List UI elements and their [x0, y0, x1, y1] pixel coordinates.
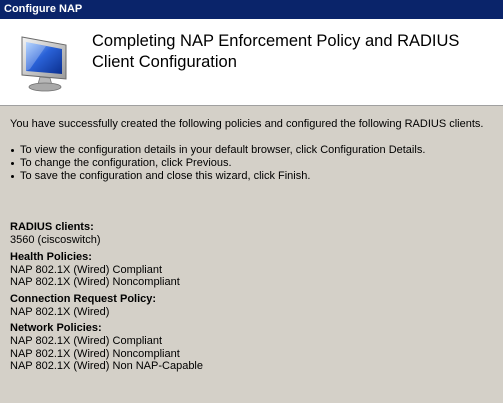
section-line: 3560 (ciscoswitch)	[10, 234, 101, 246]
section-title: Connection Request Policy:	[10, 292, 157, 305]
section-line: NAP 802.1X (Wired) Compliant	[10, 335, 163, 347]
section-title: Network Policies:	[10, 322, 102, 334]
instruction-item: To view the configuration details in you…	[10, 144, 500, 157]
network-policies-section: Network Policies: NAP 802.1X (Wired) Com…	[10, 322, 500, 373]
page-title: Completing NAP Enforcement Policy and RA…	[92, 32, 460, 71]
section-line: NAP 802.1X (Wired)	[10, 305, 110, 318]
window-title-bar: Configure NAP	[0, 0, 503, 19]
section-title: Health Policies:	[10, 250, 92, 263]
section-line: NAP 802.1X (Wired) Compliant	[10, 263, 163, 276]
instruction-list: To view the configuration details in you…	[10, 144, 500, 183]
instruction-item: To save the configuration and close this…	[10, 170, 500, 183]
configuration-details: RADIUS clients: 3560 (ciscoswitch) Healt…	[10, 221, 500, 377]
section-title: RADIUS clients:	[10, 221, 94, 233]
window-title: Configure NAP	[4, 3, 83, 15]
summary-text: You have successfully created the follow…	[10, 118, 500, 183]
monitor-icon	[16, 33, 74, 93]
section-line: NAP 802.1X (Wired) Non NAP-Capable	[10, 360, 203, 372]
wizard-header: Completing NAP Enforcement Policy and RA…	[0, 19, 503, 106]
section-line: NAP 802.1X (Wired) Noncompliant	[10, 276, 180, 288]
instruction-item: To change the configuration, click Previ…	[10, 157, 500, 170]
health-policies-section: Health Policies: NAP 802.1X (Wired) Comp…	[10, 251, 500, 289]
connection-request-policy-section: Connection Request Policy: NAP 802.1X (W…	[10, 293, 500, 319]
intro-text: You have successfully created the follow…	[10, 118, 484, 130]
radius-clients-section: RADIUS clients: 3560 (ciscoswitch)	[10, 221, 500, 247]
section-line: NAP 802.1X (Wired) Noncompliant	[10, 347, 180, 360]
